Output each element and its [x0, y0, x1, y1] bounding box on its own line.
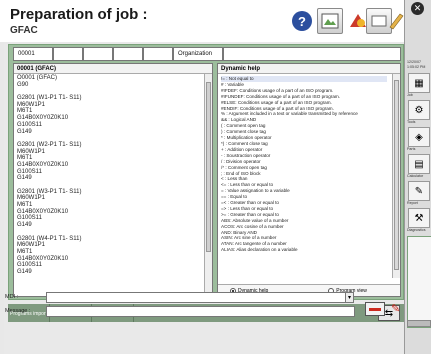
program-image-icon [321, 13, 339, 29]
code-line: G100S11 [17, 168, 42, 175]
job-icon: ▦ [414, 77, 424, 89]
code-line: G100S11 [17, 121, 42, 128]
code-line: G149 [17, 175, 32, 182]
code-line: G2801 (W4-P1 T1- S11) [17, 235, 82, 242]
code-line: G100S11 [17, 262, 42, 269]
calculator-icon: ▤ [414, 158, 424, 170]
side-report-button[interactable]: ✎ [408, 181, 430, 201]
side-status-panel [407, 236, 431, 328]
side-tools-button[interactable]: ⚙ [408, 100, 430, 120]
header: Preparation of job : GFAC ? [0, 0, 404, 42]
code-line: G2801 (W1-P1 T1- S11) [17, 95, 82, 102]
code-line: M60W1P1 [17, 101, 46, 108]
date-display: 12/20/07 [407, 60, 421, 64]
question-icon: ? [292, 11, 312, 31]
mdi-input[interactable] [46, 292, 346, 303]
program-editor[interactable]: 00001 (GFAC) O0001 (GFAC) G90 G2801 (W1-… [13, 63, 213, 297]
code-line: G149 [17, 222, 32, 229]
dynamic-help-panel: Dynamic help != : Not equal to # : Varia… [217, 63, 401, 297]
side-job-button[interactable]: ▦ [408, 73, 430, 93]
close-icon: ✕ [413, 3, 422, 13]
chevron-down-icon: ▾ [347, 295, 351, 301]
code-line: M6T1 [17, 248, 33, 255]
program-header: 00001 (GFAC) [14, 64, 212, 74]
pencil-icon[interactable]: ✎ [391, 302, 403, 316]
code-line: G14B0X0Y0Z0K10 [17, 255, 69, 262]
parts-icon: ◈ [415, 131, 423, 143]
window-icon [371, 15, 387, 27]
message-flag-button[interactable] [365, 302, 385, 316]
code-line: M60W1P1 [17, 195, 46, 202]
code-lines: O0001 (GFAC) G90 G2801 (W1-P1 T1- S11) M… [14, 74, 204, 277]
mdi-dropdown-button[interactable]: ▾ [345, 292, 354, 303]
tab-organization[interactable]: Organization [173, 47, 223, 61]
code-line: G14B0X0Y0Z0K10 [17, 161, 69, 168]
code-line: G100S11 [17, 215, 42, 222]
code-line: G2801 (W3-P1 T1- S11) [17, 188, 82, 195]
pen-icon [389, 13, 404, 30]
code-line: M60W1P1 [17, 148, 46, 155]
side-scrollbar[interactable] [407, 320, 431, 327]
code-line: G149 [17, 268, 32, 275]
help-button[interactable]: ? [289, 8, 315, 34]
dynamic-help-header: Dynamic help [218, 64, 400, 74]
report-icon: ✎ [414, 185, 424, 197]
job-name: GFAC [10, 25, 38, 36]
code-line: G14B0X0Y0Z0K10 [17, 115, 69, 122]
mdi-label: MDI : [5, 294, 19, 300]
page-title: Preparation of job : [10, 6, 148, 23]
message-row: Message : ✎ [0, 302, 404, 318]
time-display: 1:05:02 PM [407, 65, 426, 69]
pencil-tool-button[interactable] [388, 8, 404, 34]
tab-empty[interactable] [113, 47, 143, 61]
diagnostics-icon: ⚒ [414, 212, 424, 224]
side-label: Parts [407, 147, 416, 151]
help-scrollbar[interactable] [392, 74, 400, 278]
code-line: G14B0X0Y0Z0K10 [17, 208, 69, 215]
tab-empty[interactable] [143, 47, 173, 61]
close-button[interactable]: ✕ [411, 2, 424, 15]
code-line: G149 [17, 128, 32, 135]
code-line: M6T1 [17, 202, 33, 209]
program-scrollbar[interactable] [204, 74, 212, 296]
side-parts-button[interactable]: ◈ [408, 127, 430, 147]
code-line: G2801 (W2-P1 T1- S11) [17, 141, 82, 148]
code-line: M6T1 [17, 155, 33, 162]
message-label: Message : [5, 308, 31, 314]
flag-icon [369, 308, 381, 311]
tools-icon: ⚙ [414, 104, 424, 116]
side-label: Diagnostics [407, 228, 426, 232]
tab-strip-fill [223, 47, 401, 61]
editor-frame: 00001 Organization 00001 (GFAC) O0001 (G… [8, 44, 404, 300]
help-item[interactable]: ALIAS: Alias declaration on a variable [221, 247, 387, 253]
side-diagnostics-button[interactable]: ⚒ [408, 208, 430, 228]
side-panel: ✕ 12/20/07 1:05:02 PM ▦ Job ⚙ Tools ◈ Pa… [404, 0, 431, 354]
side-calculator-button[interactable]: ▤ [408, 154, 430, 174]
code-line: O0001 (GFAC) [17, 75, 58, 81]
code-line: M60W1P1 [17, 242, 46, 249]
side-label: Calculator [407, 174, 424, 178]
scrollbar-thumb[interactable] [206, 82, 211, 252]
tab-empty[interactable] [53, 47, 83, 61]
message-field[interactable] [46, 306, 355, 317]
code-line: G90 [17, 81, 29, 88]
side-label: Report [407, 201, 418, 205]
scrollbar-thumb[interactable] [394, 80, 399, 270]
side-label: Job [407, 93, 413, 97]
mdi-row: MDI : ▾ [0, 292, 404, 304]
program-tabs: 00001 Organization [13, 47, 401, 61]
tab-00001[interactable]: 00001 [13, 47, 53, 61]
help-list: != : Not equal to # : Variable #IFDEF: C… [218, 74, 390, 286]
tab-empty[interactable] [83, 47, 113, 61]
code-line: M6T1 [17, 108, 33, 115]
program-image-button[interactable] [317, 8, 343, 34]
side-label: Tools [407, 120, 416, 124]
